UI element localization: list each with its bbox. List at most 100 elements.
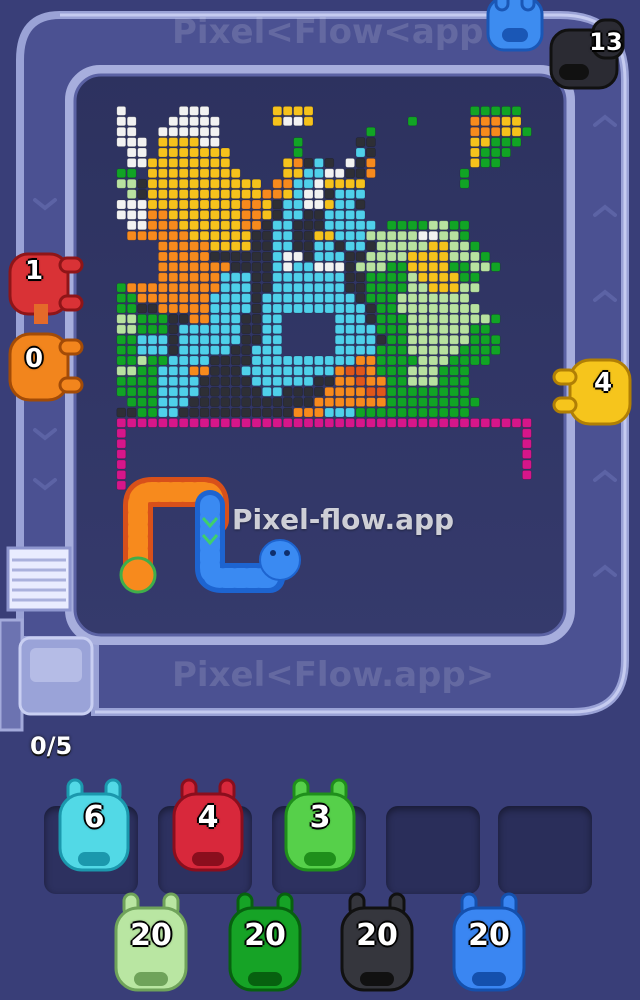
green-shooter[interactable]: 3 [280,776,360,876]
pixel-cube [303,178,314,189]
pixel-cube [199,137,210,147]
pixel-cube [366,366,376,376]
pixel-cube [334,168,345,179]
pixel-cube [397,345,407,355]
pixel-cube [210,210,220,220]
black-shooter[interactable]: 13 [545,14,631,96]
cyan-shooter[interactable]: 6 [54,776,134,876]
pixel-cube [262,262,272,272]
pixel-cube [490,158,501,168]
pixel-cube [418,376,428,387]
pixel-cube [147,210,158,220]
pixel-cube [407,251,418,262]
pixel-cube [241,241,251,251]
light-green-shooter[interactable]: 20 [110,892,192,996]
pixel-cube [397,293,407,303]
pixel-cube [241,355,251,366]
pixel-cube [324,178,335,189]
pixel-cube [282,282,293,293]
red-shooter[interactable]: 1 [4,244,88,324]
pixel-cube [126,386,137,397]
pixel-cube [324,241,335,251]
pixel-cube [116,210,127,220]
pixel-cube [355,386,366,397]
pixel-cube [137,282,147,293]
blue-shooter[interactable]: 0 [482,0,548,62]
pixel-cube [459,386,470,397]
orange-shooter[interactable]: 0 [4,326,88,412]
pixel-cube [199,282,210,293]
pixel-cube [418,386,428,397]
pixel-cube [459,366,470,376]
pixel-cube [293,303,303,314]
pixel-cube [314,272,324,283]
pixel-cube [199,397,210,407]
pixel-cube [116,324,127,335]
pixel-cube [459,407,470,418]
pixel-cube [366,158,376,168]
pixel-cube [241,272,251,283]
pixel-cube [501,147,511,158]
pixel-cube [397,407,407,418]
pixel-cube [262,293,272,303]
pixel-cube [490,314,501,324]
pixel-cube [158,241,168,251]
pixel-cube [116,303,127,314]
pixel-cube [324,199,335,210]
pixel-cube [126,137,137,147]
dark-green-shooter[interactable]: 20 [224,892,306,996]
yellow-shooter[interactable]: 4 [550,352,636,436]
pixel-cube [480,116,491,127]
pixel-cube [459,355,470,366]
pixel-cube [189,251,199,262]
pixel-cube [345,210,355,220]
pixel-cube [137,418,147,428]
pixel-cube [366,137,376,147]
pixel-cube [522,438,532,449]
pixel-cube [459,220,470,231]
pixel-cube [147,178,158,189]
pixel-cube [262,386,272,397]
pixel-cube [168,324,179,335]
pixel-cube [168,210,179,220]
pixel-cube [116,480,127,491]
pixel-cube [189,272,199,283]
pixel-cube [459,345,470,355]
pixel-cube [189,303,199,314]
pixel-cube [366,314,376,324]
pixel-cube [386,324,397,335]
blue-shooter[interactable]: 20 [448,892,530,996]
pixel-cube [272,324,283,335]
pixel-cube [345,418,355,428]
pixel-cube [324,272,335,283]
pixel-cube [386,355,397,366]
pixel-cube [251,272,262,283]
pixel-cube [334,366,345,376]
pixel-cube [126,116,137,127]
pixel-cube [407,241,418,251]
pixel-cube [314,230,324,241]
pixel-cube [345,230,355,241]
pixel-cube [199,272,210,283]
pixel-cube [168,418,179,428]
pixel-cube [428,366,439,376]
pixel-cube [126,178,137,189]
black-shooter[interactable]: 20 [336,892,418,996]
pixel-cube [345,303,355,314]
pixel-cube [355,355,366,366]
pixel-cube [397,241,407,251]
pixel-cube [178,262,189,272]
pixel-cube [303,282,314,293]
pixel-cube [210,199,220,210]
pixel-cube [210,178,220,189]
pixel-cube [158,251,168,262]
pixel-cube [282,386,293,397]
pixel-cube [158,262,168,272]
pixel-cube [334,230,345,241]
pixel-cube [189,397,199,407]
red-shooter[interactable]: 4 [168,776,248,876]
pixel-cube [459,293,470,303]
pixel-cube [459,168,470,179]
pixel-cube [230,314,241,324]
pixel-cube [376,230,387,241]
